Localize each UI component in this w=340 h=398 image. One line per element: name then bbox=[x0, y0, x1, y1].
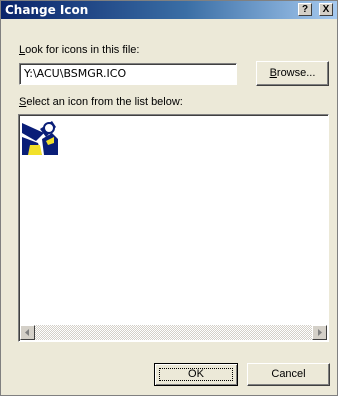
browse-label: rowse... bbox=[276, 67, 316, 79]
dialog-title: Change Icon bbox=[5, 3, 89, 17]
file-label-text: ook for icons in this file: bbox=[25, 44, 140, 56]
file-path-input[interactable]: Y:\ACU\BSMGR.ICO bbox=[19, 63, 237, 85]
title-bar[interactable]: Change Icon ? X bbox=[1, 1, 337, 19]
browse-accesskey: B bbox=[269, 67, 277, 79]
ok-label: OK bbox=[188, 368, 204, 380]
icon-list-label: Select an icon from the list below: bbox=[19, 96, 183, 108]
help-button[interactable]: ? bbox=[298, 3, 312, 16]
file-label: Look for icons in this file: bbox=[19, 44, 139, 56]
scroll-left-button[interactable] bbox=[20, 325, 35, 340]
close-button[interactable]: X bbox=[319, 3, 333, 16]
icon-list-label-text: elect an icon from the list below: bbox=[26, 96, 183, 108]
scroll-right-button[interactable] bbox=[312, 325, 327, 340]
browse-button[interactable]: Browse... bbox=[256, 61, 329, 86]
arrow-right-icon bbox=[318, 329, 322, 336]
arrow-left-icon bbox=[25, 329, 29, 336]
icon-listbox[interactable] bbox=[18, 114, 329, 342]
horizontal-scrollbar[interactable] bbox=[20, 325, 327, 340]
cancel-button[interactable]: Cancel bbox=[247, 363, 330, 386]
change-icon-dialog: Change Icon ? X Look for icons in this f… bbox=[0, 0, 338, 396]
bsmgr-icon[interactable] bbox=[22, 119, 58, 155]
ok-button[interactable]: OK bbox=[154, 363, 238, 386]
